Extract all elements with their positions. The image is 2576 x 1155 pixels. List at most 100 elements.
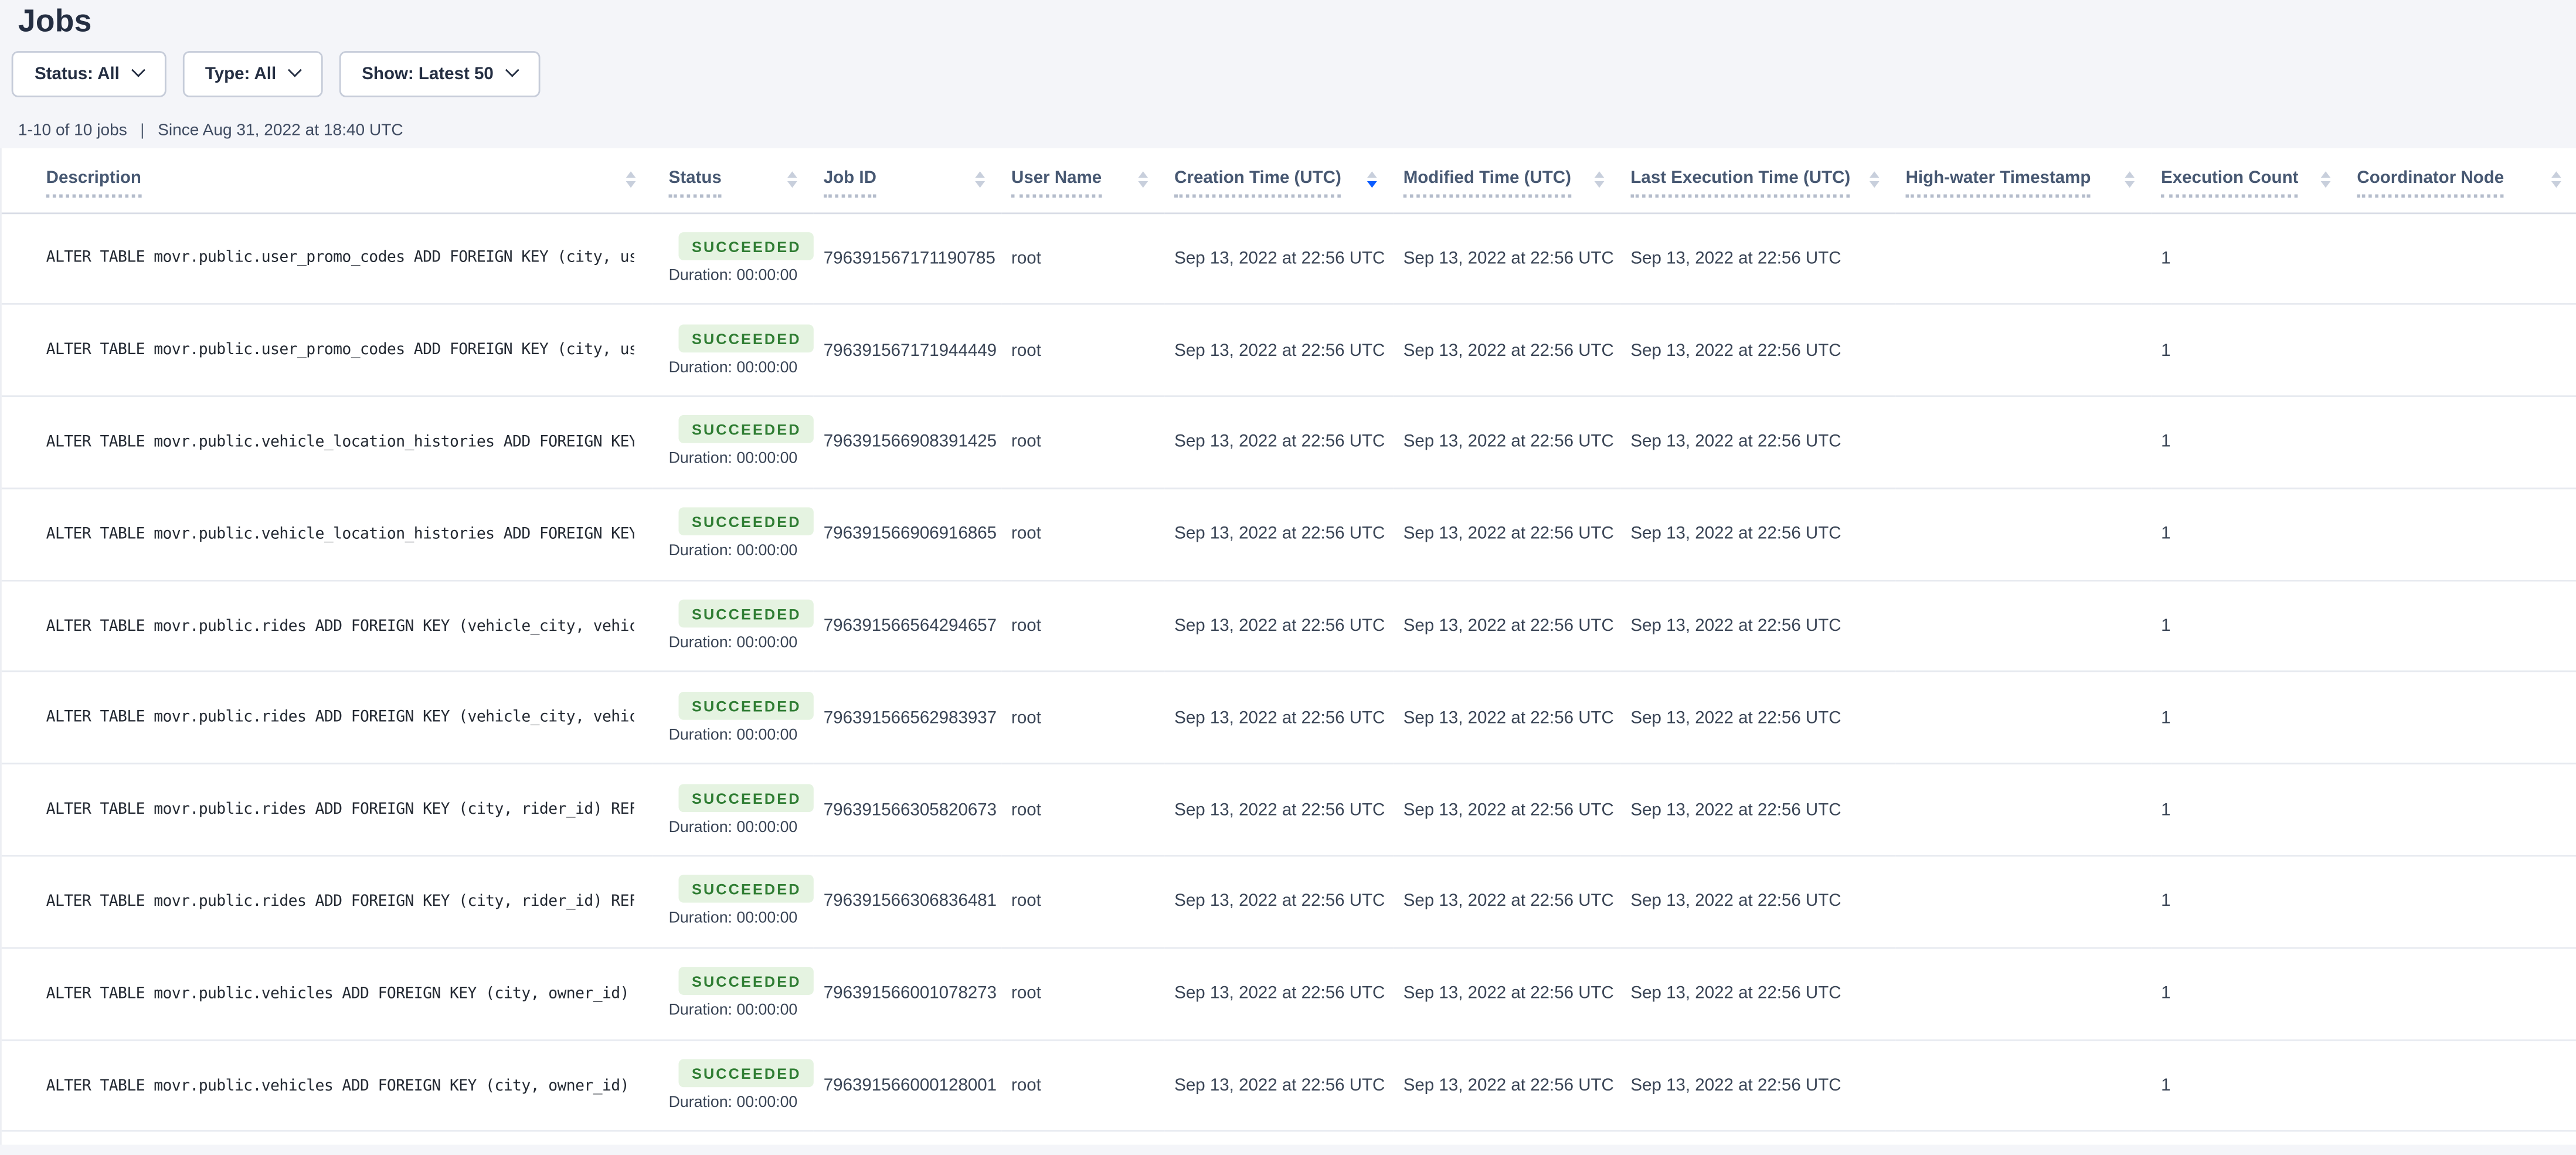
cell-description: ALTER TABLE movr.public.rides ADD FOREIG… bbox=[2, 764, 653, 856]
sort-desc-icon bbox=[975, 181, 985, 187]
status-filter-dropdown[interactable]: Status: All bbox=[12, 51, 166, 97]
cell-status: SUCCEEDEDDuration: 00:00:00 bbox=[653, 212, 814, 304]
cell-last_execution_time: Sep 13, 2022 at 22:56 UTC bbox=[1621, 580, 1896, 672]
cell-execution_count: 1 bbox=[2151, 856, 2347, 948]
sort-arrows-icon[interactable] bbox=[2551, 171, 2561, 187]
column-header-status[interactable]: Status bbox=[653, 148, 814, 213]
column-header-high_water[interactable]: High-water Timestamp bbox=[1896, 148, 2151, 213]
job-row: ALTER TABLE movr.public.vehicles ADD FOR… bbox=[2, 1040, 2576, 1132]
job-row: ALTER TABLE movr.public.vehicles ADD FOR… bbox=[2, 948, 2576, 1040]
sort-asc-icon bbox=[2321, 171, 2331, 177]
cell-modified_time: Sep 13, 2022 at 22:56 UTC bbox=[1394, 856, 1621, 948]
job-description-link[interactable]: ALTER TABLE movr.public.rides ADD FOREIG… bbox=[46, 801, 634, 819]
cell-execution_count: 1 bbox=[2151, 396, 2347, 488]
cell-last_execution_time: Sep 13, 2022 at 22:56 UTC bbox=[1621, 304, 1896, 396]
cell-high_water bbox=[1896, 764, 2151, 856]
cell-coordinator_node bbox=[2347, 580, 2576, 672]
cell-modified_time: Sep 13, 2022 at 22:56 UTC bbox=[1394, 948, 1621, 1040]
column-label-description: Description bbox=[46, 167, 141, 197]
cell-job_id: 796391567171944449 bbox=[814, 304, 1001, 396]
job-row: ALTER TABLE movr.public.rides ADD FOREIG… bbox=[2, 856, 2576, 948]
sort-arrows-icon[interactable] bbox=[1870, 171, 1880, 187]
column-header-job_id[interactable]: Job ID bbox=[814, 148, 1001, 213]
column-label-coordinator_node: Coordinator Node bbox=[2357, 167, 2504, 197]
summary-separator: | bbox=[140, 122, 144, 140]
cell-status: SUCCEEDEDDuration: 00:00:00 bbox=[653, 488, 814, 580]
job-description-link[interactable]: ALTER TABLE movr.public.user_promo_codes… bbox=[46, 341, 634, 359]
cell-coordinator_node bbox=[2347, 304, 2576, 396]
sort-asc-icon bbox=[1595, 171, 1605, 177]
cell-job_id: 796391566305820673 bbox=[814, 764, 1001, 856]
cell-high_water bbox=[1896, 488, 2151, 580]
chevron-down-icon bbox=[131, 63, 145, 77]
sort-desc-icon bbox=[2125, 181, 2135, 187]
cell-user_name: root bbox=[1001, 764, 1164, 856]
cell-user_name: root bbox=[1001, 396, 1164, 488]
filters-bar: Status: All Type: All Show: Latest 50 bbox=[12, 51, 2576, 97]
sort-arrows-icon[interactable] bbox=[1595, 171, 1605, 187]
column-header-modified_time[interactable]: Modified Time (UTC) bbox=[1394, 148, 1621, 213]
sort-asc-icon bbox=[626, 171, 636, 177]
jobs-table: Description StatusJob IDUser NameCreation… bbox=[2, 148, 2576, 1133]
sort-arrows-icon[interactable] bbox=[1138, 171, 1148, 187]
cell-last_execution_time: Sep 13, 2022 at 22:56 UTC bbox=[1621, 1040, 1896, 1132]
cell-status: SUCCEEDEDDuration: 00:00:00 bbox=[653, 672, 814, 764]
sort-asc-icon bbox=[1367, 171, 1377, 177]
jobs-table-card: Description StatusJob IDUser NameCreation… bbox=[0, 148, 2576, 1146]
show-filter-dropdown[interactable]: Show: Latest 50 bbox=[339, 51, 540, 97]
sort-arrows-icon[interactable] bbox=[787, 171, 797, 187]
status-badge: SUCCEEDED bbox=[679, 967, 814, 996]
cell-creation_time: Sep 13, 2022 at 22:56 UTC bbox=[1164, 1040, 1394, 1132]
status-badge: SUCCEEDED bbox=[679, 783, 814, 811]
cell-execution_count: 1 bbox=[2151, 672, 2347, 764]
cell-job_id: 796391566908391425 bbox=[814, 396, 1001, 488]
column-header-coordinator_node[interactable]: Coordinator Node bbox=[2347, 148, 2576, 213]
type-filter-dropdown[interactable]: Type: All bbox=[182, 51, 322, 97]
sort-arrows-icon[interactable] bbox=[975, 171, 985, 187]
cell-modified_time: Sep 13, 2022 at 22:56 UTC bbox=[1394, 212, 1621, 304]
cell-high_water bbox=[1896, 672, 2151, 764]
cell-last_execution_time: Sep 13, 2022 at 22:56 UTC bbox=[1621, 672, 1896, 764]
cell-last_execution_time: Sep 13, 2022 at 22:56 UTC bbox=[1621, 396, 1896, 488]
job-description-link[interactable]: ALTER TABLE movr.public.vehicle_location… bbox=[46, 525, 634, 543]
sort-arrows-icon[interactable] bbox=[2321, 171, 2331, 187]
column-header-creation_time[interactable]: Creation Time (UTC) bbox=[1164, 148, 1394, 213]
job-description-link[interactable]: ALTER TABLE movr.public.rides ADD FOREIG… bbox=[46, 893, 634, 911]
cell-status: SUCCEEDEDDuration: 00:00:00 bbox=[653, 304, 814, 396]
job-duration: Duration: 00:00:00 bbox=[669, 910, 814, 928]
job-row: ALTER TABLE movr.public.rides ADD FOREIG… bbox=[2, 672, 2576, 764]
page-header: Jobs Status: All Type: All Show: Latest … bbox=[0, 0, 2576, 140]
cell-job_id: 796391566562983937 bbox=[814, 672, 1001, 764]
cell-description: ALTER TABLE movr.public.rides ADD FOREIG… bbox=[2, 672, 653, 764]
job-description-link[interactable]: ALTER TABLE movr.public.vehicle_location… bbox=[46, 433, 634, 451]
sort-arrows-icon[interactable] bbox=[2125, 171, 2135, 187]
column-header-user_name[interactable]: User Name bbox=[1001, 148, 1164, 213]
sort-arrows-icon[interactable] bbox=[1367, 171, 1377, 187]
column-header-last_execution_time[interactable]: Last Execution Time (UTC) bbox=[1621, 148, 1896, 213]
column-header-description[interactable]: Description bbox=[2, 148, 653, 213]
sort-desc-icon bbox=[626, 181, 636, 187]
cell-description: ALTER TABLE movr.public.rides ADD FOREIG… bbox=[2, 580, 653, 672]
cell-job_id: 796391566564294657 bbox=[814, 580, 1001, 672]
job-description-link[interactable]: ALTER TABLE movr.public.vehicles ADD FOR… bbox=[46, 1076, 634, 1095]
cell-last_execution_time: Sep 13, 2022 at 22:56 UTC bbox=[1621, 488, 1896, 580]
job-description-link[interactable]: ALTER TABLE movr.public.rides ADD FOREIG… bbox=[46, 709, 634, 727]
sort-arrows-icon[interactable] bbox=[626, 171, 636, 187]
cell-modified_time: Sep 13, 2022 at 22:56 UTC bbox=[1394, 672, 1621, 764]
since-timestamp: Since Aug 31, 2022 at 18:40 UTC bbox=[158, 122, 403, 140]
cell-job_id: 796391567171190785 bbox=[814, 212, 1001, 304]
job-duration: Duration: 00:00:00 bbox=[669, 726, 814, 745]
column-header-execution_count[interactable]: Execution Count bbox=[2151, 148, 2347, 213]
cell-description: ALTER TABLE movr.public.vehicles ADD FOR… bbox=[2, 1040, 653, 1132]
job-description-link[interactable]: ALTER TABLE movr.public.rides ADD FOREIG… bbox=[46, 617, 634, 635]
page-title: Jobs bbox=[18, 4, 2576, 42]
cell-user_name: root bbox=[1001, 856, 1164, 948]
cell-last_execution_time: Sep 13, 2022 at 22:56 UTC bbox=[1621, 856, 1896, 948]
cell-creation_time: Sep 13, 2022 at 22:56 UTC bbox=[1164, 856, 1394, 948]
status-badge: SUCCEEDED bbox=[679, 416, 814, 444]
job-description-link[interactable]: ALTER TABLE movr.public.vehicles ADD FOR… bbox=[46, 984, 634, 1003]
sort-desc-icon bbox=[1138, 181, 1148, 187]
job-description-link[interactable]: ALTER TABLE movr.public.user_promo_codes… bbox=[46, 249, 634, 267]
status-badge: SUCCEEDED bbox=[679, 1059, 814, 1088]
chevron-down-icon bbox=[287, 63, 301, 77]
